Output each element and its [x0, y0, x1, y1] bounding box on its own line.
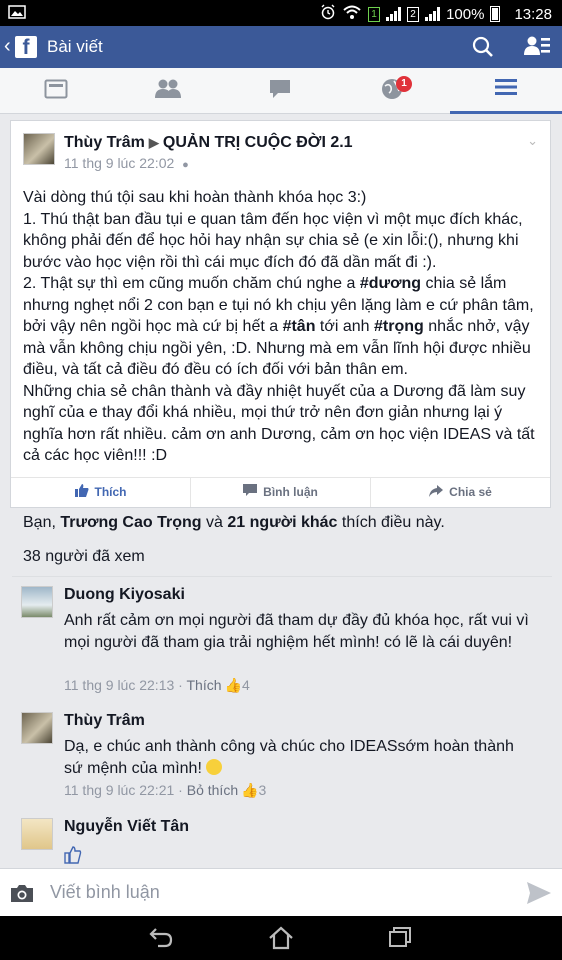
comment-author[interactable]: Duong Kiyosaki — [64, 586, 185, 604]
seen-count[interactable]: 38 người đã xem — [23, 548, 145, 566]
group-name[interactable]: QUẢN TRỊ CUỘC ĐỜI 2.1 — [163, 134, 353, 151]
comment-author[interactable]: Nguyễn Viết Tân — [64, 818, 189, 836]
back-icon[interactable] — [148, 926, 174, 953]
comment-like-count: 3 — [258, 782, 267, 798]
avatar[interactable] — [23, 133, 55, 165]
system-nav-bar — [0, 916, 562, 960]
tab-messages[interactable] — [224, 68, 336, 114]
comment-like-button[interactable]: Thích — [186, 677, 221, 693]
like-count-icon: 👍 — [224, 677, 242, 693]
share-label: Chia sẻ — [449, 485, 492, 499]
messages-icon — [269, 79, 291, 104]
sim2-icon: 2 — [407, 6, 420, 22]
post-line: 1. Thú thật ban đầu tụi e quan tâm đến h… — [23, 210, 523, 271]
comment-icon — [243, 484, 258, 500]
thumbs-up-icon — [74, 484, 89, 500]
comment-composer: Viết bình luận — [0, 868, 562, 916]
comment-unlike-button[interactable]: Bỏ thích — [187, 782, 238, 798]
tab-menu[interactable] — [450, 68, 562, 114]
search-icon[interactable] — [472, 36, 494, 63]
app-bar: ‹ f Bài viết — [0, 26, 562, 68]
comment-text: Anh rất cảm ơn mọi người đã tham dự đầy … — [64, 612, 529, 651]
friends-icon — [154, 79, 182, 104]
back-chevron-icon[interactable]: ‹ — [4, 35, 11, 58]
post-header: Thùy Trâm ▶ QUẢN TRỊ CUỘC ĐỜI 2.1 11 thg 9… — [11, 121, 550, 173]
comment-input[interactable]: Viết bình luận — [50, 882, 160, 903]
friend-requests-icon[interactable] — [524, 35, 550, 62]
facebook-logo-icon[interactable]: f — [15, 36, 37, 59]
like-label: Thích — [94, 485, 127, 499]
thumbs-up-sticker-icon — [64, 846, 82, 868]
comment-like-count: 4 — [241, 677, 250, 693]
divider — [12, 576, 552, 577]
tab-friends[interactable] — [112, 68, 224, 114]
battery-icon — [490, 6, 501, 22]
post-line: Vài dòng thú tội sau khi hoàn thành khóa… — [23, 189, 367, 206]
timestamp[interactable]: 11 thg 9 lúc 22:02 — [64, 155, 174, 171]
page-title: Bài viết — [47, 37, 103, 56]
signal2-icon — [425, 7, 441, 21]
author-name[interactable]: Thùy Trâm — [64, 134, 145, 151]
share-button[interactable]: Chia sẻ — [371, 478, 550, 507]
avatar[interactable] — [21, 586, 53, 618]
sim1-icon: 1 — [368, 6, 381, 22]
comment-author[interactable]: Thùy Trâm — [64, 712, 145, 730]
arrow-right-icon: ▶ — [148, 135, 159, 150]
post-actions: Thích Bình luận Chia sẻ — [11, 476, 550, 507]
recent-apps-icon[interactable] — [388, 926, 412, 953]
chevron-down-icon[interactable]: ⌄ — [527, 133, 538, 149]
post-timestamp: 11 thg 9 lúc 22:02 ● — [64, 155, 189, 171]
notification-badge: 1 — [396, 76, 412, 92]
wifi-icon — [342, 4, 362, 24]
battery-percent: 100% — [446, 5, 485, 23]
likers-others[interactable]: 21 người khác — [227, 514, 337, 531]
gallery-notification-icon — [8, 5, 26, 23]
clock: 13:28 — [514, 5, 552, 23]
post-card: Thùy Trâm ▶ QUẢN TRỊ CUỘC ĐỜI 2.1 11 thg 9… — [10, 120, 551, 508]
comment-text: Dạ, e chúc anh thành công và chúc cho ID… — [64, 738, 514, 777]
feed: Thùy Trâm ▶ QUẢN TRỊ CUỘC ĐỜI 2.1 11 thg 9… — [0, 114, 562, 868]
signal1-icon — [386, 7, 402, 21]
tab-notifications[interactable]: 1 — [336, 68, 448, 114]
news-feed-icon — [44, 79, 68, 104]
comment-label: Bình luận — [263, 485, 318, 499]
hashtag[interactable]: #tân — [283, 318, 316, 335]
likes-summary[interactable]: Bạn, Trương Cao Trọng và 21 người khác t… — [23, 514, 445, 532]
post-line: 2. Thật sự thì em cũng muốn chăm chú ngh… — [23, 275, 534, 378]
like-button[interactable]: Thích — [11, 477, 191, 507]
comment-meta: 11 thg 9 lúc 22:21 · Bỏ thích 👍3 — [64, 782, 267, 798]
comment-time[interactable]: 11 thg 9 lúc 22:13 — [64, 677, 174, 693]
alarm-icon — [320, 4, 336, 24]
comment-time[interactable]: 11 thg 9 lúc 22:21 — [64, 782, 174, 798]
hashtag[interactable]: #dương — [360, 275, 421, 292]
liker-name[interactable]: Trương Cao Trọng — [60, 514, 201, 531]
status-bar: 1 2 100% 13:28 — [0, 0, 562, 26]
avatar[interactable] — [21, 712, 53, 744]
post-author: Thùy Trâm ▶ QUẢN TRỊ CUỘC ĐỜI 2.1 — [64, 134, 353, 152]
home-icon[interactable] — [268, 926, 294, 955]
comment-button[interactable]: Bình luận — [191, 477, 371, 507]
like-count-icon: 👍 — [241, 782, 259, 798]
tab-news-feed[interactable] — [0, 68, 112, 114]
smiley-icon — [206, 759, 223, 775]
share-arrow-icon — [429, 484, 444, 500]
hashtag[interactable]: #trọng — [374, 318, 424, 335]
menu-icon — [495, 78, 517, 101]
globe-privacy-icon: ● — [182, 159, 189, 171]
comment-meta: 11 thg 9 lúc 22:13 · Thích 👍4 — [64, 677, 250, 693]
tab-bar: 1 — [0, 68, 562, 114]
camera-icon[interactable] — [10, 883, 34, 908]
send-icon[interactable] — [526, 881, 552, 910]
post-line: Những chia sẻ chân thành và đầy nhiệt hu… — [23, 382, 535, 465]
avatar[interactable] — [21, 818, 53, 850]
post-body: Vài dòng thú tội sau khi hoàn thành khóa… — [11, 173, 550, 477]
